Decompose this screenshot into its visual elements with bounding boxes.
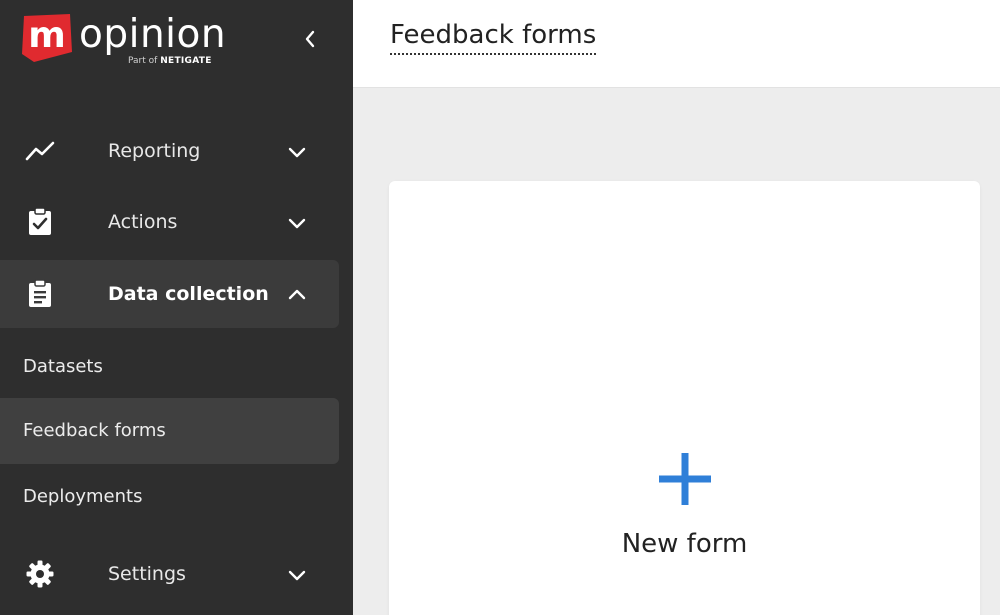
chevron-down-icon (288, 218, 306, 229)
logo-badge-letter: m (28, 15, 66, 56)
logo-part-of: Part of NETIGATE (128, 56, 212, 66)
nav-item-reporting[interactable]: Reporting (0, 117, 339, 185)
sidebar: m opinion Part of NETIGATE Reporting Act… (0, 0, 353, 615)
clipboard-list-icon (24, 278, 56, 310)
new-form-label: New form (621, 529, 748, 559)
nav-label-actions: Actions (108, 211, 178, 233)
logo-part-of-prefix: Part of (128, 56, 158, 66)
nav-label-reporting: Reporting (108, 140, 201, 162)
nav-label-settings: Settings (108, 563, 186, 585)
nav-label-data-collection: Data collection (108, 283, 269, 305)
chevron-down-icon (288, 147, 306, 158)
plus-icon (659, 453, 711, 505)
logo-badge-icon: m (22, 14, 72, 62)
chevron-down-icon (288, 570, 306, 581)
nav-item-settings[interactable]: Settings (0, 540, 339, 608)
sub-label-deployments: Deployments (23, 486, 143, 507)
nav-item-data-collection[interactable]: Data collection (0, 260, 339, 328)
logo-wordmark: opinion (79, 12, 227, 57)
gear-icon (24, 558, 56, 590)
top-bar: Feedback forms (353, 0, 1000, 88)
sub-item-feedback-forms[interactable]: Feedback forms (0, 398, 339, 464)
nav-item-actions[interactable]: Actions (0, 188, 339, 256)
chevron-left-icon (305, 30, 315, 48)
sub-label-datasets: Datasets (23, 356, 103, 377)
sub-label-feedback-forms: Feedback forms (23, 420, 166, 441)
sub-item-datasets[interactable]: Datasets (0, 334, 339, 400)
clipboard-check-icon (24, 206, 56, 238)
mopinion-logo[interactable]: m opinion Part of NETIGATE (20, 10, 240, 70)
collapse-sidebar-button[interactable] (295, 24, 325, 54)
new-form-card[interactable]: New form (389, 181, 980, 615)
sub-item-deployments[interactable]: Deployments (0, 464, 339, 530)
logo-part-of-brand: NETIGATE (160, 56, 212, 66)
page-title[interactable]: Feedback forms (390, 20, 597, 55)
trending-up-icon (24, 135, 56, 167)
chevron-up-icon (288, 289, 306, 300)
